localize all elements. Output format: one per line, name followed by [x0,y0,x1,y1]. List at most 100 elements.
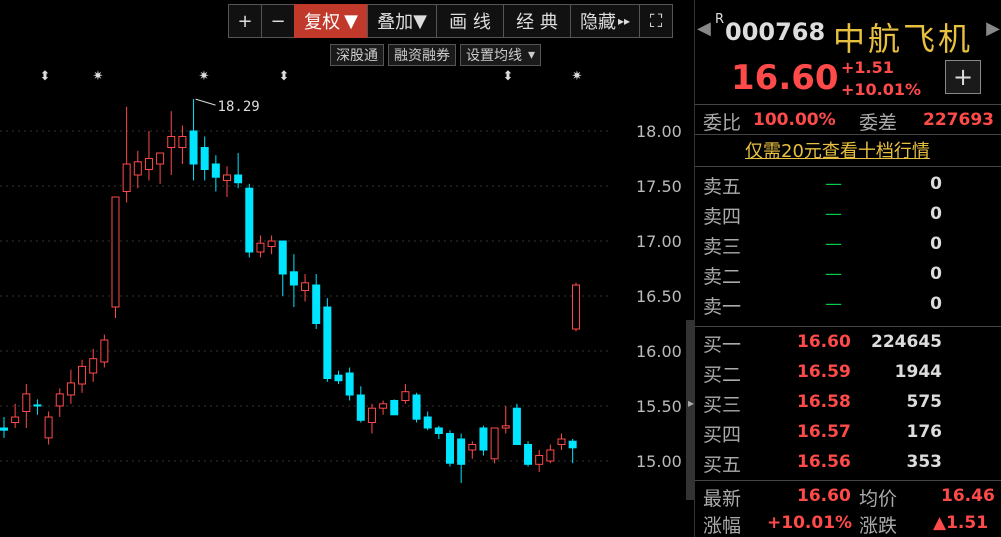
event-marker-icon[interactable]: ✷ [93,69,104,84]
candle[interactable] [524,441,533,467]
candle[interactable] [501,406,510,434]
candle[interactable] [572,282,580,332]
candle[interactable] [345,367,354,401]
panel-splitter[interactable] [686,320,694,500]
candle[interactable] [557,433,566,451]
kline-chart[interactable]: 18.00 17.50 17.00 16.50 16.00 15.50 15.00 18.29… [0,0,688,537]
shengutong-button[interactable]: 深股通 [330,44,384,66]
stock-name: 中航飞机 [833,20,974,58]
kline-chart-panel[interactable]: 18.00 17.50 17.00 16.50 16.00 15.50 15.00 18.29… [0,0,688,537]
candle-body [100,339,109,363]
candle[interactable] [323,298,332,382]
candle-body [524,444,533,465]
candle[interactable] [122,106,131,203]
sell-row[interactable]: 卖四 — 0 [695,202,1001,230]
sell-row[interactable]: 卖三 — 0 [695,232,1001,260]
prev-stock-icon[interactable]: ◀ [697,18,711,39]
candle[interactable] [44,411,53,445]
next-stock-icon[interactable]: ▶ [986,18,1000,39]
candle[interactable] [78,359,87,393]
fullscreen-icon[interactable]: ⛶ [639,4,673,38]
candle[interactable] [267,235,276,255]
candle[interactable] [356,386,365,423]
candle[interactable] [55,388,64,417]
margin-trading-button[interactable]: 融资融券 [388,44,456,66]
candle[interactable] [423,411,432,431]
candle[interactable] [546,444,555,464]
level2-promo-link[interactable]: 仅需20元查看十档行情 [745,137,930,163]
candle[interactable] [367,403,376,434]
candle[interactable] [379,400,388,415]
candle[interactable] [22,384,31,428]
candle[interactable] [211,155,220,192]
candle[interactable] [144,131,153,181]
candle[interactable] [468,441,477,459]
candle[interactable] [178,125,187,165]
buy-row[interactable]: 买五 16.56 353 [695,450,1001,478]
candle[interactable] [100,334,109,368]
zoom-in-button[interactable]: + [228,4,262,38]
candle[interactable] [111,196,120,318]
candle[interactable] [11,403,20,428]
candle[interactable] [535,450,544,472]
candle[interactable] [446,430,454,467]
candle[interactable] [33,399,42,415]
candle[interactable] [156,152,165,184]
candle[interactable] [457,433,466,484]
candle[interactable] [133,150,142,189]
event-marker-icon[interactable]: ✷ [199,69,210,84]
candle[interactable] [312,274,321,329]
candle-body [89,358,98,374]
candle[interactable] [200,136,209,181]
event-marker-icon[interactable]: ✷ [572,69,583,84]
stock-header: ◀ R 000768 中航飞机 ▶ [695,6,1001,58]
sell-volume: 0 [930,234,942,254]
candle[interactable] [390,399,399,416]
fuquan-dropdown[interactable]: 复权 ▼ [294,4,368,38]
candle-body [133,161,142,176]
candle[interactable] [223,166,231,197]
buy-row[interactable]: 买二 16.59 1944 [695,360,1001,388]
candle[interactable] [412,392,421,423]
candle[interactable] [256,235,265,258]
sell-row[interactable]: 卖一 — 0 [695,292,1001,320]
candle[interactable] [289,254,298,307]
event-marker-icon[interactable]: ⬍ [279,69,290,84]
candle[interactable] [301,274,310,302]
candle[interactable] [89,348,98,382]
candle-body [256,242,265,253]
candle[interactable] [0,417,8,438]
candle[interactable] [401,384,410,404]
buy-row[interactable]: 买四 16.57 176 [695,420,1001,448]
candle[interactable] [245,183,254,258]
candle[interactable] [334,370,343,384]
candle-body [122,163,131,192]
buy-row[interactable]: 买三 16.58 575 [695,390,1001,418]
diejia-dropdown[interactable]: 叠加 ▼ [367,4,437,38]
sell-row[interactable]: 卖五 — 0 [695,172,1001,200]
candle[interactable] [189,99,198,181]
candle-body [479,427,488,451]
candle[interactable] [434,425,443,439]
sell-row[interactable]: 卖二 — 0 [695,262,1001,290]
classic-button[interactable]: 经 典 [503,4,571,38]
candle[interactable] [479,425,488,456]
candle[interactable] [512,403,521,446]
candle[interactable] [568,439,577,464]
event-marker-icon[interactable]: ⬍ [40,69,51,84]
draw-line-button[interactable]: 画 线 [436,4,504,38]
indicator-subbar: 深股通 融资融券 设置均线 ▾ [330,44,542,66]
zoom-out-button[interactable]: − [261,4,295,38]
add-watchlist-button[interactable]: + [945,60,981,94]
set-ma-dropdown[interactable]: 设置均线 ▾ [460,44,542,66]
candle[interactable] [234,153,243,189]
buy-row[interactable]: 买一 16.60 224645 [695,330,1001,358]
event-marker-icon[interactable]: ⬍ [503,69,514,84]
candle[interactable] [490,427,499,464]
candle[interactable] [66,369,75,404]
chart-toolbar: + − 复权 ▼ 叠加 ▼ 画 线 经 典 隐藏 ▸▸ ⛶ [228,4,673,38]
hide-button[interactable]: 隐藏 ▸▸ [570,4,640,38]
candle[interactable] [167,111,176,175]
sell-level-label: 卖四 [703,206,742,228]
candle[interactable] [278,240,287,296]
